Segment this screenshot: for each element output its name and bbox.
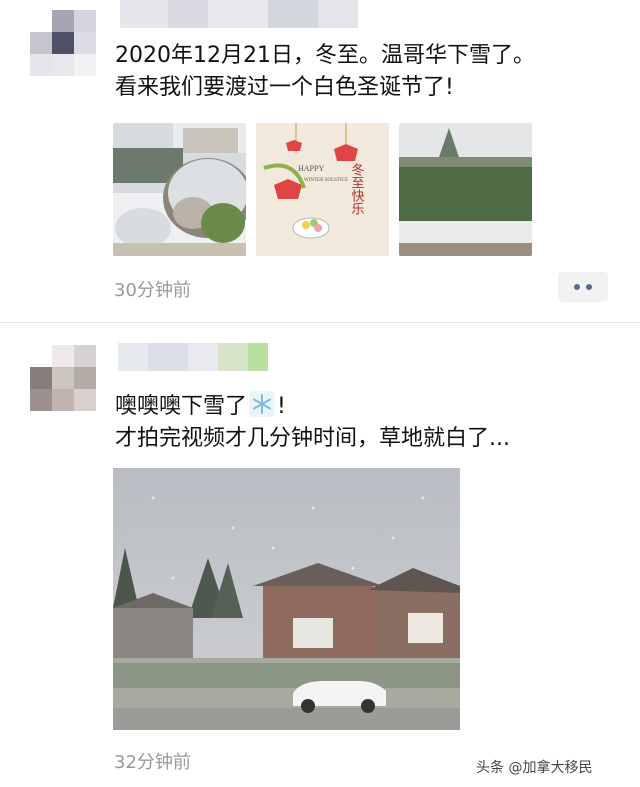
post-text-line: 2020年12月21日，冬至。温哥华下雪了。: [115, 43, 535, 68]
dot-icon: [574, 284, 580, 290]
post-text: 2020年12月21日，冬至。温哥华下雪了。 看来我们要渡过一个白色圣诞节了!: [115, 40, 535, 104]
card-text: HAPPY: [298, 164, 324, 173]
post-text-line: 看来我们要渡过一个白色圣诞节了!: [115, 75, 454, 100]
nickname-blurred[interactable]: [118, 343, 268, 371]
card-text-cn: 冬至快乐: [349, 162, 365, 215]
post-text-segment: 噢噢噢下雪了: [115, 394, 248, 419]
avatar-blurred[interactable]: [30, 345, 96, 411]
post-time: 32分钟前: [114, 752, 191, 773]
snowflake-icon: [249, 391, 276, 417]
post-text-line: 才拍完视频才几分钟时间，草地就白了...: [115, 426, 510, 451]
avatar-blurred[interactable]: [30, 10, 96, 76]
dot-icon: [586, 284, 592, 290]
moment-post-1: 2020年12月21日，冬至。温哥华下雪了。 看来我们要渡过一个白色圣诞节了!: [0, 0, 640, 322]
snowy-hedge-photo[interactable]: [399, 123, 532, 256]
card-text-sub: WINTER SOLSTICE: [304, 178, 348, 183]
post-time: 30分钟前: [114, 280, 191, 301]
watermark: 头条 @加拿大移民: [476, 760, 593, 776]
more-actions-button[interactable]: [558, 272, 608, 302]
snowy-street-houses-photo[interactable]: [113, 468, 460, 730]
nickname-blurred[interactable]: [120, 0, 358, 28]
post-text: 噢噢噢下雪了 ! 才拍完视频才几分钟时间，草地就白了...: [115, 391, 510, 455]
snowy-garden-photo[interactable]: [113, 123, 246, 256]
photo-grid: HAPPY WINTER SOLSTICE 冬至快乐: [113, 123, 532, 256]
winter-solstice-card-photo[interactable]: HAPPY WINTER SOLSTICE 冬至快乐: [256, 123, 389, 256]
moment-post-2: 噢噢噢下雪了 ! 才拍完视频才几分钟时间，草地就白了... 32分钟前: [0, 323, 640, 787]
post-text-segment: !: [277, 394, 286, 419]
post-text-line: 噢噢噢下雪了 !: [115, 391, 510, 423]
